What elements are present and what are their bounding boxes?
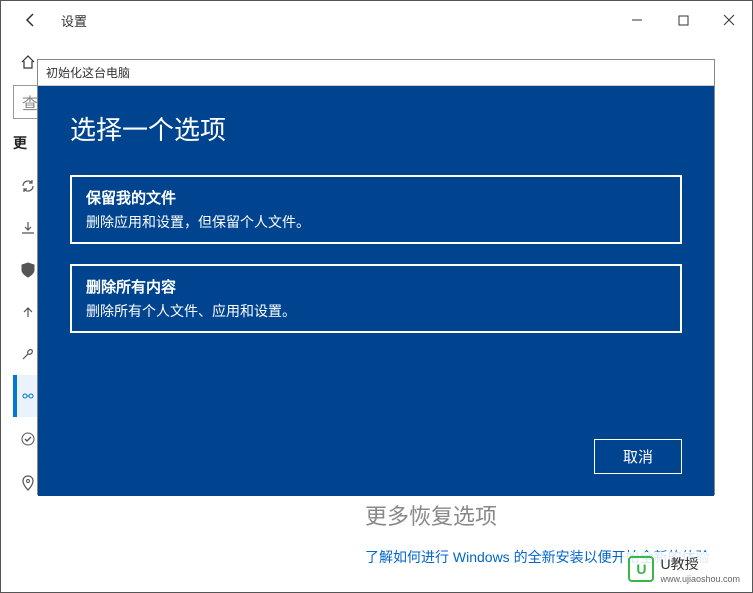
more-recovery-heading: 更多恢复选项 (365, 499, 728, 531)
maximize-button[interactable] (660, 2, 706, 38)
watermark-text: U教授 (660, 554, 740, 574)
watermark-badge-icon: U (628, 556, 654, 582)
reset-pc-dialog: 初始化这台电脑 选择一个选项 保留我的文件 删除应用和设置，但保留个人文件。 删… (37, 59, 715, 495)
option-title: 保留我的文件 (86, 187, 666, 208)
titlebar: 设置 (1, 1, 752, 39)
shield-icon (19, 261, 37, 279)
close-button[interactable] (706, 2, 752, 38)
dialog-header: 初始化这台电脑 (38, 60, 714, 86)
check-icon (19, 430, 37, 448)
cancel-button[interactable]: 取消 (594, 439, 682, 474)
option-keep-files[interactable]: 保留我的文件 删除应用和设置，但保留个人文件。 (70, 175, 682, 244)
option-desc: 删除所有个人文件、应用和设置。 (86, 301, 666, 321)
recovery-icon (19, 387, 37, 405)
option-title: 删除所有内容 (86, 276, 666, 297)
wrench-icon (19, 345, 37, 363)
option-desc: 删除应用和设置，但保留个人文件。 (86, 212, 666, 232)
dialog-title: 选择一个选项 (70, 110, 682, 147)
home-icon (19, 53, 37, 71)
location-icon (19, 474, 37, 492)
download-icon (19, 219, 37, 237)
sync-icon (19, 177, 37, 195)
window-title: 设置 (61, 11, 87, 30)
watermark: U U教授 www.ujiaoshou.com (622, 552, 746, 586)
up-arrow-icon (19, 303, 37, 321)
minimize-button[interactable] (614, 2, 660, 38)
watermark-url: www.ujiaoshou.com (660, 574, 740, 584)
back-button[interactable] (13, 2, 49, 38)
option-remove-everything[interactable]: 删除所有内容 删除所有个人文件、应用和设置。 (70, 264, 682, 333)
search-placeholder: 查 (22, 90, 38, 114)
